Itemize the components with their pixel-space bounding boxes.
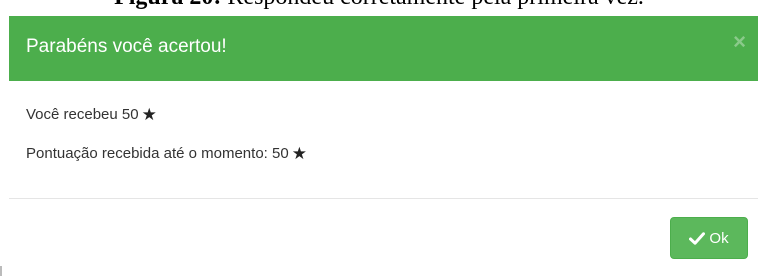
close-icon[interactable]: × bbox=[733, 30, 746, 54]
total-points-line: Pontuação recebida até o momento: 50 ★ bbox=[26, 144, 307, 164]
modal-footer: Ok bbox=[9, 199, 758, 277]
figure-caption-text: Respondeu corretamente pela primeira vez… bbox=[221, 0, 643, 10]
points-received-line: Você recebeu 50 ★ bbox=[26, 105, 157, 125]
check-icon bbox=[689, 231, 706, 245]
success-modal: Parabéns você acertou! × Você recebeu 50… bbox=[9, 16, 758, 277]
page-edge-mark bbox=[0, 266, 2, 276]
figure-caption-label: Figura 20: bbox=[114, 0, 221, 10]
points-received-text: Você recebeu 50 bbox=[26, 106, 139, 123]
ok-button[interactable]: Ok bbox=[670, 217, 748, 259]
modal-body: Você recebeu 50 ★ Pontuação recebida até … bbox=[9, 81, 758, 199]
modal-header: Parabéns você acertou! × bbox=[9, 16, 758, 81]
ok-button-label: Ok bbox=[709, 229, 729, 247]
figure-caption: Figura 20: Respondeu corretamente pela p… bbox=[0, 0, 758, 11]
total-points-text: Pontuação recebida até o momento: 50 bbox=[26, 145, 289, 162]
star-icon: ★ bbox=[291, 144, 307, 163]
modal-title: Parabéns você acertou! bbox=[26, 36, 227, 57]
star-icon: ★ bbox=[141, 105, 157, 124]
page: Figura 20: Respondeu corretamente pela p… bbox=[0, 0, 758, 277]
